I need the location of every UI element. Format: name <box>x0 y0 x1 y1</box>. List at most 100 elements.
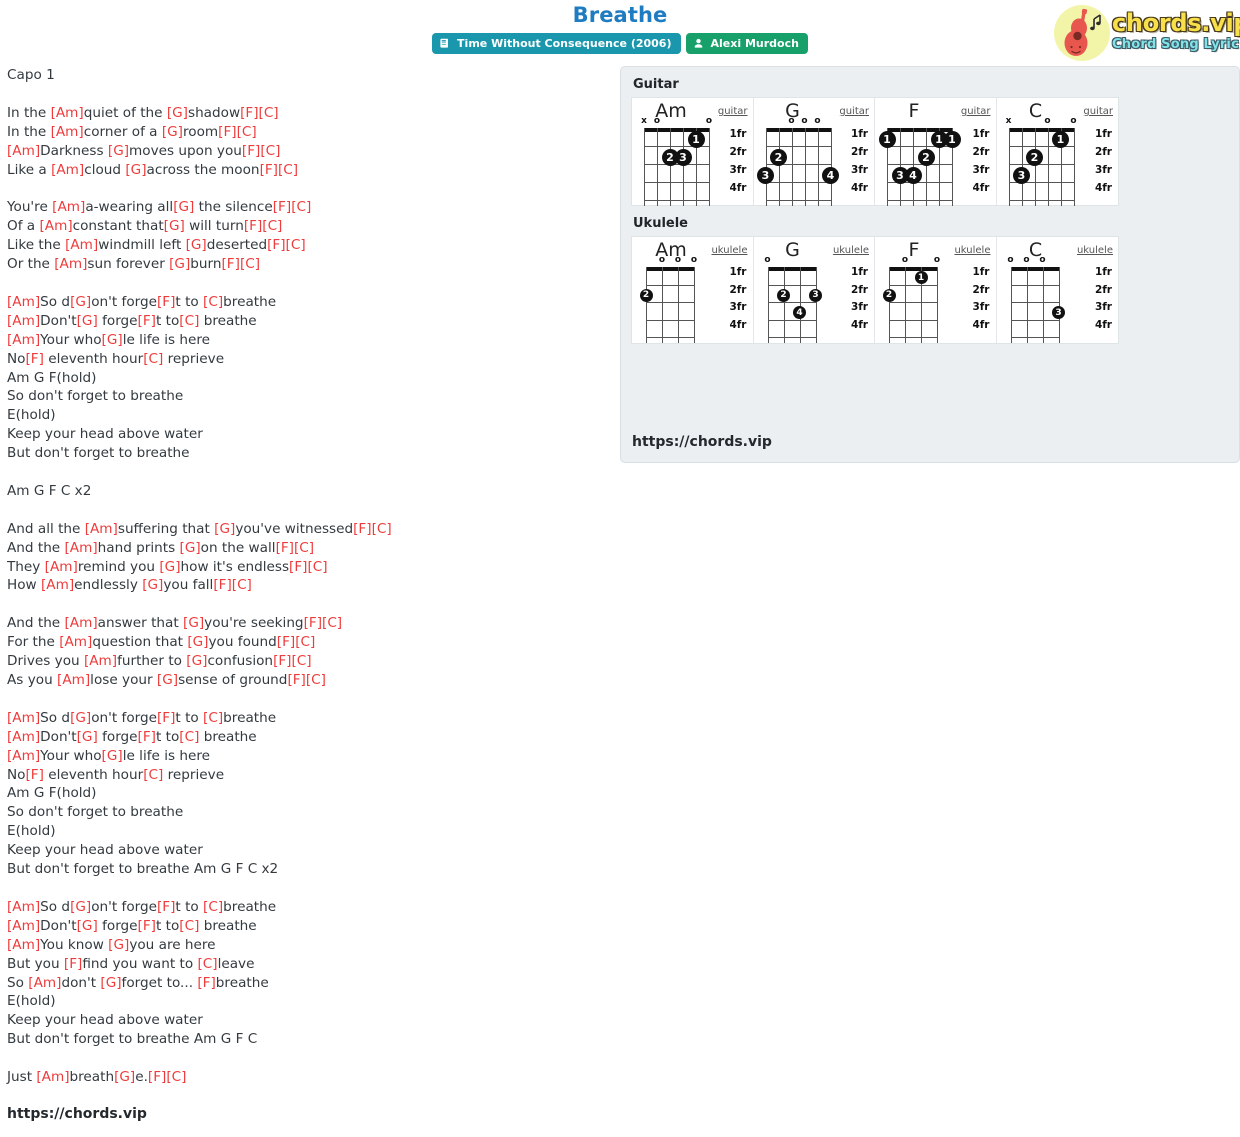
chord-marker[interactable]: [G] <box>100 975 121 991</box>
chord-marker[interactable]: [C] <box>278 162 298 178</box>
chord-marker[interactable]: [F] <box>304 615 322 631</box>
chord-marker[interactable]: [Am] <box>39 218 72 234</box>
chord-marker[interactable]: [C] <box>232 577 252 593</box>
chord-marker[interactable]: [G] <box>159 559 180 575</box>
chord-marker[interactable]: [Am] <box>57 672 90 688</box>
chord-marker[interactable]: [F] <box>26 351 44 367</box>
chord-marker[interactable]: [Am] <box>7 313 40 329</box>
chord-marker[interactable]: [Am] <box>65 237 98 253</box>
chord-diagram-G[interactable]: Gukulele o 2 3 4 1fr 2fr 3fr 4fr <box>754 237 875 343</box>
chord-marker[interactable]: [G] <box>173 199 194 215</box>
chord-instrument-tag[interactable]: ukulele <box>1077 245 1113 256</box>
footer-url[interactable]: https://chords.vip <box>7 1106 147 1122</box>
chord-marker[interactable]: [C] <box>322 615 342 631</box>
chord-marker[interactable]: [Am] <box>7 710 40 726</box>
chord-marker[interactable]: [Am] <box>45 559 78 575</box>
chord-diagram-Am[interactable]: Am ukulele o o o 2 1fr 2fr 3fr 4fr <box>632 237 754 343</box>
chord-marker[interactable]: [F] <box>277 634 295 650</box>
chord-marker[interactable]: [C] <box>203 899 223 915</box>
chord-marker[interactable]: [Am] <box>54 256 87 272</box>
chord-marker[interactable]: [G] <box>108 937 129 953</box>
chord-marker[interactable]: [F] <box>267 237 285 253</box>
chord-marker[interactable]: [G] <box>167 105 188 121</box>
chord-marker[interactable]: [F] <box>218 124 236 140</box>
chord-marker[interactable]: [F] <box>138 918 156 934</box>
chord-marker[interactable]: [Am] <box>51 124 84 140</box>
chord-marker[interactable]: [G] <box>70 294 91 310</box>
chord-marker[interactable]: [F] <box>222 256 240 272</box>
chord-diagram-C[interactable]: Cukulele o o o 3 1fr 2fr 3fr 4fr <box>997 237 1119 343</box>
chord-marker[interactable]: [F] <box>138 313 156 329</box>
chord-instrument-tag[interactable]: ukulele <box>954 245 990 256</box>
artist-badge[interactable]: Alexi Murdoch <box>685 33 808 54</box>
chord-marker[interactable]: [F] <box>260 162 278 178</box>
chord-marker[interactable]: [Am] <box>41 577 74 593</box>
chord-instrument-tag[interactable]: guitar <box>961 106 991 117</box>
chord-marker[interactable]: [G] <box>214 521 235 537</box>
chord-marker[interactable]: [G] <box>102 748 123 764</box>
chord-marker[interactable]: [F] <box>353 521 371 537</box>
chord-marker[interactable]: [F] <box>138 729 156 745</box>
chord-marker[interactable]: [Am] <box>7 899 40 915</box>
chord-marker[interactable]: [F] <box>157 294 175 310</box>
chord-marker[interactable]: [C] <box>237 124 257 140</box>
chord-marker[interactable]: [Am] <box>65 615 98 631</box>
chord-marker[interactable]: [G] <box>164 218 185 234</box>
album-badge[interactable]: Time Without Consequence (2006) <box>432 33 681 54</box>
chord-marker[interactable]: [Am] <box>7 294 40 310</box>
chord-marker[interactable]: [Am] <box>7 332 40 348</box>
chord-marker[interactable]: [Am] <box>7 143 40 159</box>
chord-diagram-Am[interactable]: Am guitar x o o 1 2 3 1fr 2fr 3fr 4fr <box>632 98 754 206</box>
chord-marker[interactable]: [Am] <box>84 653 117 669</box>
chord-marker[interactable]: [C] <box>262 218 282 234</box>
chord-marker[interactable]: [Am] <box>36 1069 69 1085</box>
chord-marker[interactable]: [C] <box>179 729 199 745</box>
chord-marker[interactable]: [G] <box>77 918 98 934</box>
chord-marker[interactable]: [G] <box>108 143 129 159</box>
chord-marker[interactable]: [Am] <box>51 162 84 178</box>
chord-diagram-F[interactable]: Fukulele o o 1 2 1fr 2fr 3fr 4fr <box>875 237 997 343</box>
chord-marker[interactable]: [F] <box>273 199 291 215</box>
chord-instrument-tag[interactable]: guitar <box>839 106 869 117</box>
chord-marker[interactable]: [C] <box>197 956 217 972</box>
chord-diagram-G[interactable]: Gguitar o o o 2 3 4 1fr 2fr 3fr 4fr <box>754 98 875 206</box>
chord-marker[interactable]: [F] <box>213 577 231 593</box>
chord-marker[interactable]: [F] <box>26 767 44 783</box>
chord-marker[interactable]: [Am] <box>7 748 40 764</box>
panel-url[interactable]: https://chords.vip <box>632 434 772 450</box>
chord-marker[interactable]: [C] <box>179 918 199 934</box>
chord-marker[interactable]: [G] <box>186 653 207 669</box>
chord-marker[interactable]: [F] <box>242 143 260 159</box>
chord-marker[interactable]: [G] <box>70 710 91 726</box>
chord-diagram-C[interactable]: Cguitar x o o 1 2 3 1fr 2fr 3fr 4fr <box>997 98 1119 206</box>
chord-marker[interactable]: [Am] <box>7 729 40 745</box>
chord-marker[interactable]: [G] <box>169 256 190 272</box>
chord-marker[interactable]: [F] <box>273 653 291 669</box>
chord-marker[interactable]: [G] <box>125 162 146 178</box>
chord-marker[interactable]: [G] <box>183 615 204 631</box>
chord-marker[interactable]: [C] <box>240 256 260 272</box>
chord-marker[interactable]: [G] <box>162 124 183 140</box>
chord-marker[interactable]: [F] <box>157 710 175 726</box>
chord-marker[interactable]: [Am] <box>85 521 118 537</box>
chord-marker[interactable]: [Am] <box>65 540 98 556</box>
chord-marker[interactable]: [G] <box>186 237 207 253</box>
chord-marker[interactable]: [C] <box>260 143 280 159</box>
chord-marker[interactable]: [F] <box>289 559 307 575</box>
chord-marker[interactable]: [F] <box>240 105 258 121</box>
chord-marker[interactable]: [G] <box>187 634 208 650</box>
chord-marker[interactable]: [G] <box>102 332 123 348</box>
chord-diagram-F[interactable]: Fguitar 1 1 1 2 3 4 1fr 2fr 3fr 4fr <box>875 98 997 206</box>
chord-marker[interactable]: [G] <box>77 313 98 329</box>
chord-marker[interactable]: [C] <box>307 559 327 575</box>
chord-marker[interactable]: [C] <box>143 767 163 783</box>
chord-marker[interactable]: [F] <box>244 218 262 234</box>
chord-marker[interactable]: [G] <box>180 540 201 556</box>
chord-marker[interactable]: [G] <box>157 672 178 688</box>
chord-marker[interactable]: [C] <box>179 313 199 329</box>
chord-marker[interactable]: [C] <box>143 351 163 367</box>
chord-marker[interactable]: [F] <box>148 1069 166 1085</box>
chord-marker[interactable]: [Am] <box>7 918 40 934</box>
chord-marker[interactable]: [G] <box>142 577 163 593</box>
chord-marker[interactable]: [F] <box>287 672 305 688</box>
